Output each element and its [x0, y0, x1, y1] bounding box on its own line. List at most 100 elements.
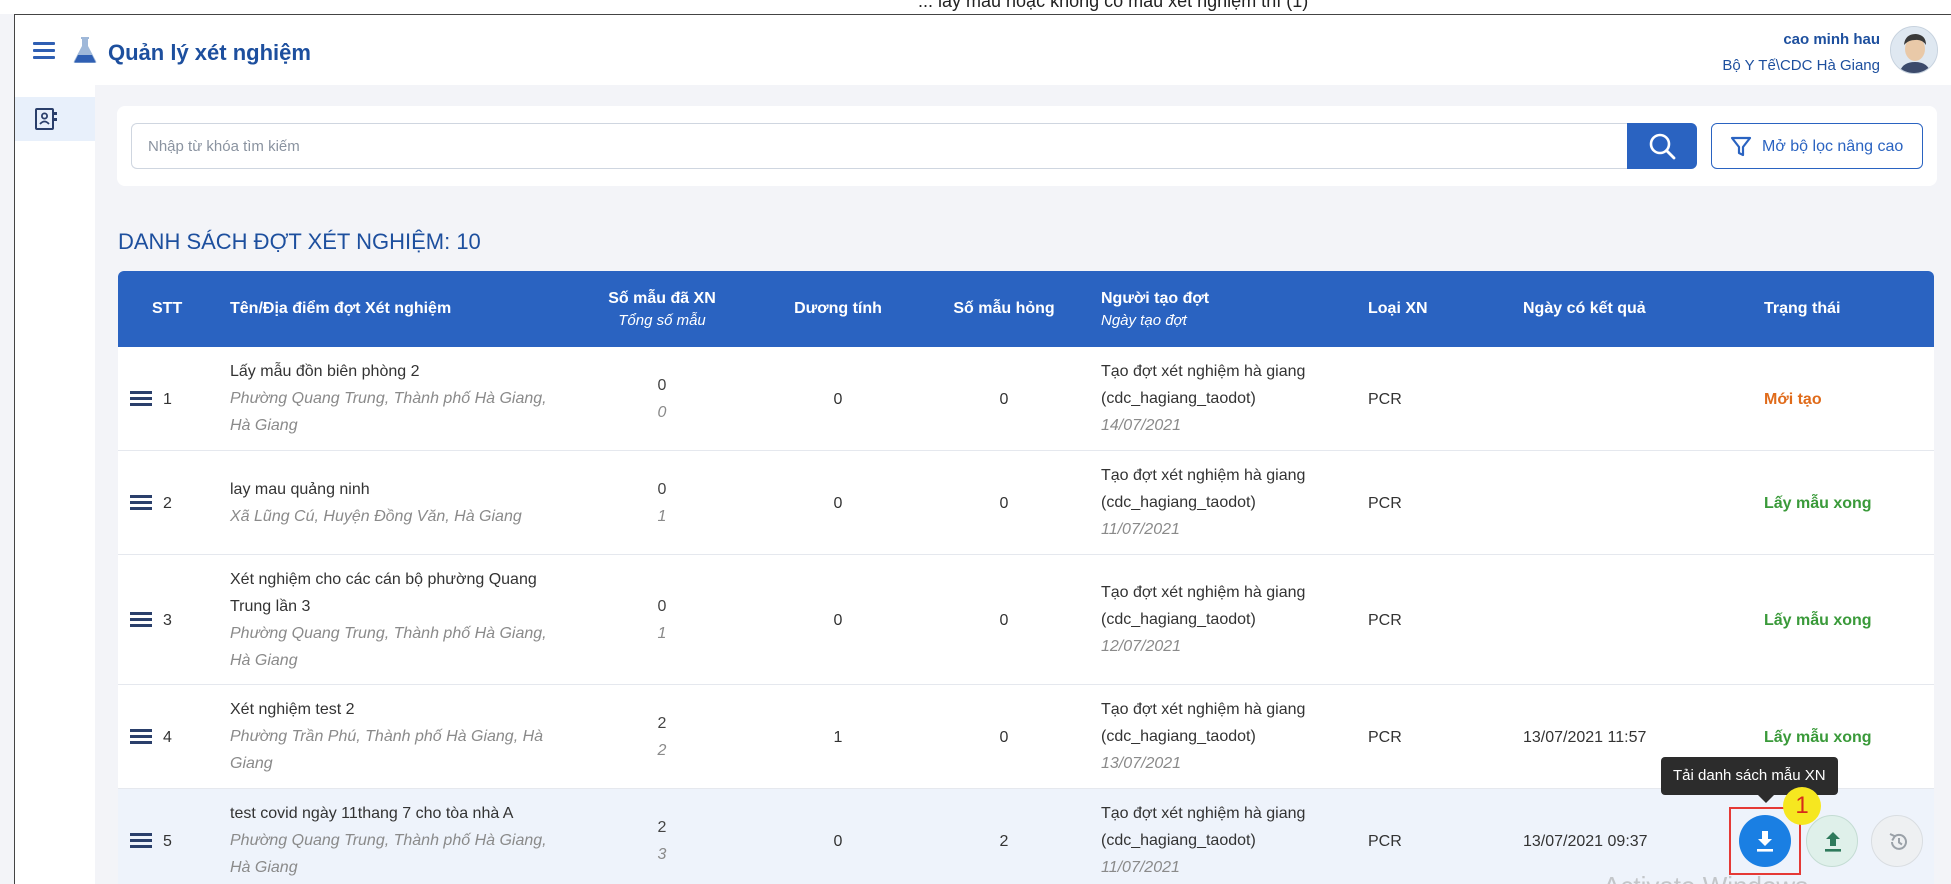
row-menu-icon[interactable] [130, 612, 152, 628]
row-creator: Tạo đợt xét nghiệm hà giang [1101, 805, 1306, 822]
row-result-date: 13/07/2021 09:37 [1523, 833, 1648, 850]
step-badge: 1 [1783, 787, 1821, 825]
hamburger-menu-icon[interactable] [33, 42, 55, 59]
header-total: Tổng số mẫu [618, 311, 706, 329]
row-tested: 2 [657, 715, 667, 732]
row-name-cell: Lấy mẫu đồn biên phòng 2 Phường Quang Tr… [230, 358, 570, 439]
table-row[interactable]: 1 Lấy mẫu đồn biên phòng 2 Phường Quang … [118, 347, 1934, 451]
download-samples-button[interactable] [1739, 815, 1791, 867]
table-row[interactable]: 2 lay mau quảng ninh Xã Lũng Cú, Huyện Đ… [118, 451, 1934, 555]
user-name[interactable]: cao minh hau [1783, 31, 1880, 48]
row-name-cell: test covid ngày 11thang 7 cho tòa nhà A … [230, 800, 570, 881]
header-broken: Số mẫu hỏng [953, 300, 1055, 317]
row-stt: 3 [163, 612, 172, 629]
row-sample-counts: 2 2 [602, 710, 722, 764]
row-broken: 0 [999, 612, 1009, 629]
row-positive: 0 [833, 833, 843, 850]
row-address: Xã Lũng Cú, Huyện Đồng Văn, Hà Giang [230, 508, 522, 525]
row-type: PCR [1368, 391, 1402, 408]
advanced-filter-button[interactable]: Mở bộ lọc nâng cao [1711, 123, 1923, 169]
row-tested: 0 [657, 598, 667, 615]
row-address: Phường Quang Trung, Thành phố Hà Giang, … [230, 625, 547, 669]
search-icon [1649, 133, 1676, 160]
flask-icon [73, 37, 97, 63]
advanced-filter-label: Mở bộ lọc nâng cao [1762, 138, 1904, 155]
header-type: Loại XN [1368, 300, 1428, 317]
row-address: Phường Quang Trung, Thành phố Hà Giang, … [230, 832, 547, 876]
filter-icon [1730, 136, 1752, 157]
row-name-cell: Xét nghiệm test 2 Phường Trần Phú, Thành… [230, 696, 570, 777]
app-title[interactable]: Quản lý xét nghiệm [108, 40, 311, 66]
row-creator-cell: Tạo đợt xét nghiệm hà giang (cdc_hagiang… [1101, 800, 1305, 881]
history-button[interactable] [1871, 815, 1923, 867]
row-creator: Tạo đợt xét nghiệm hà giang [1101, 701, 1306, 718]
sidebar [15, 85, 95, 884]
row-created-date: 13/07/2021 [1101, 755, 1182, 772]
row-menu-icon[interactable] [130, 833, 152, 849]
row-name: Lấy mẫu đồn biên phòng 2 [230, 363, 420, 380]
upload-samples-button[interactable] [1806, 815, 1858, 867]
row-name: test covid ngày 11thang 7 cho tòa nhà A [230, 805, 514, 822]
search-button[interactable] [1627, 123, 1697, 169]
row-type: PCR [1368, 833, 1402, 850]
row-tested: 2 [657, 819, 667, 836]
row-positive: 0 [833, 495, 843, 512]
row-creator: Tạo đợt xét nghiệm hà giang [1101, 584, 1306, 601]
row-sample-counts: 2 3 [602, 814, 722, 868]
row-created-date: 12/07/2021 [1101, 638, 1182, 655]
row-stt: 1 [163, 391, 172, 408]
header-creator-label: Người tạo đợt [1101, 289, 1210, 307]
status-badge: Lấy mẫu xong [1764, 729, 1872, 746]
user-organization: Bộ Y Tế\CDC Hà Giang [1722, 57, 1880, 74]
header-creator: Người tạo đợt Ngày tạo đợt [1101, 271, 1209, 347]
header-tested-total: Số mẫu đã XN Tổng số mẫu [602, 271, 722, 347]
row-name-cell: Xét nghiệm cho các cán bộ phường Quang T… [230, 566, 570, 674]
row-creator-cell: Tạo đợt xét nghiệm hà giang (cdc_hagiang… [1101, 579, 1305, 660]
row-total: 1 [657, 508, 667, 525]
row-name: Xét nghiệm cho các cán bộ phường Quang T… [230, 571, 537, 615]
search-input[interactable] [131, 123, 1627, 169]
app-frame: Quản lý xét nghiệm cao minh hau Bộ Y Tế\… [14, 14, 1951, 884]
row-type: PCR [1368, 495, 1402, 512]
header-created-date: Ngày tạo đợt [1101, 311, 1187, 329]
row-creator-id: (cdc_hagiang_taodot) [1101, 390, 1256, 407]
list-title: DANH SÁCH ĐỢT XÉT NGHIỆM: 10 [118, 229, 481, 254]
upload-icon [1825, 832, 1841, 852]
row-positive: 0 [833, 612, 843, 629]
tooltip-arrow [1758, 795, 1774, 803]
row-address: Phường Quang Trung, Thành phố Hà Giang, … [230, 390, 547, 434]
row-created-date: 14/07/2021 [1101, 417, 1182, 434]
row-sample-counts: 0 1 [602, 593, 722, 647]
avatar[interactable] [1890, 26, 1938, 74]
row-tested: 0 [657, 481, 667, 498]
row-stt: 5 [163, 833, 172, 850]
table-row[interactable]: 5 test covid ngày 11thang 7 cho tòa nhà … [118, 789, 1934, 884]
row-name-cell: lay mau quảng ninh Xã Lũng Cú, Huyện Đồn… [230, 476, 570, 530]
contact-book-icon [35, 108, 57, 130]
row-created-date: 11/07/2021 [1101, 859, 1180, 876]
table-header: STT Tên/Địa điểm đợt Xét nghiệm Số mẫu đ… [118, 271, 1934, 347]
row-creator-cell: Tạo đợt xét nghiệm hà giang (cdc_hagiang… [1101, 696, 1305, 777]
row-menu-icon[interactable] [130, 391, 152, 407]
header-tested: Số mẫu đã XN [608, 289, 716, 307]
row-created-date: 11/07/2021 [1101, 521, 1180, 538]
table-row[interactable]: 3 Xét nghiệm cho các cán bộ phường Quang… [118, 555, 1934, 685]
row-name: lay mau quảng ninh [230, 481, 370, 498]
status-badge: Lấy mẫu xong [1764, 495, 1872, 512]
windows-watermark: Activate Windows [1603, 871, 1808, 884]
header-stt: STT [152, 300, 183, 317]
row-total: 1 [657, 625, 667, 642]
row-tested: 0 [657, 377, 667, 394]
row-menu-icon[interactable] [130, 729, 152, 745]
row-creator: Tạo đợt xét nghiệm hà giang [1101, 363, 1306, 380]
row-creator-id: (cdc_hagiang_taodot) [1101, 832, 1256, 849]
header-status: Trạng thái [1764, 300, 1841, 317]
row-broken: 0 [999, 495, 1009, 512]
caption-strip: ... lấy mẫu hoặc không có mẫu xét nghiệm… [0, 0, 1951, 14]
row-menu-icon[interactable] [130, 495, 152, 511]
status-badge: Lấy mẫu xong [1764, 612, 1872, 629]
sidebar-item-contacts[interactable] [15, 97, 95, 141]
user-avatar-icon [1891, 27, 1937, 73]
download-icon [1757, 831, 1773, 852]
row-stt: 2 [163, 495, 172, 512]
